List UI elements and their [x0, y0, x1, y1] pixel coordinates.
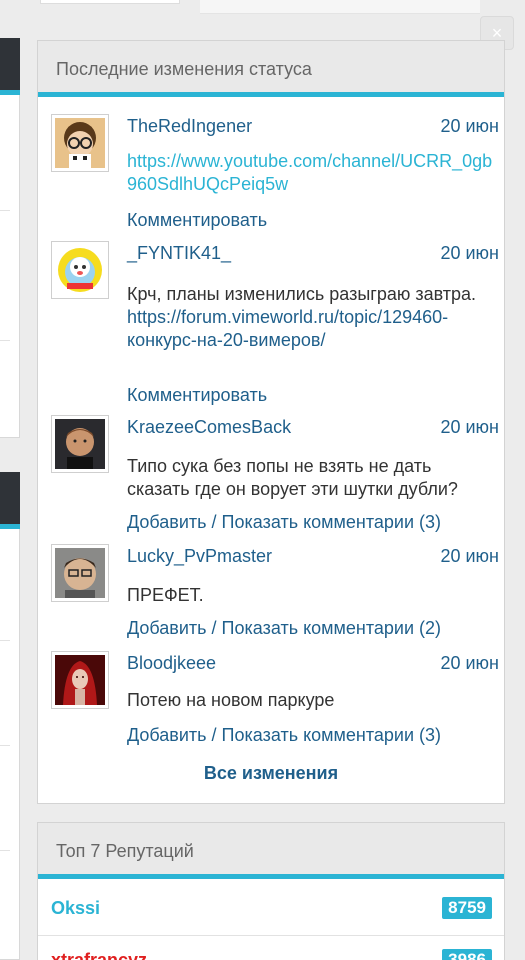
left-panel-2-accent: [0, 524, 20, 529]
left-panel: [0, 38, 20, 438]
entry-date: 20 июн: [440, 243, 499, 263]
reputation-panel: Топ 7 Репутаций Okssi 8759 xtrafrancyz 3…: [37, 822, 505, 960]
comments-link[interactable]: Добавить / Показать комментарии (2): [127, 618, 441, 639]
entry-date: 20 июн: [440, 417, 499, 437]
reputation-count-badge: 3986: [442, 949, 492, 960]
status-message: Потею на новом паркуре: [127, 690, 335, 710]
reputation-username[interactable]: Okssi: [51, 898, 100, 919]
avatar[interactable]: [51, 544, 109, 602]
status-entry: Lucky_PvPmaster 20 июн ПРЕФЕТ. Добавить …: [51, 544, 499, 644]
top-strip-2: [200, 0, 480, 14]
comments-link[interactable]: Добавить / Показать комментарии (3): [127, 725, 441, 746]
status-message: Типо сука без попы не взять не дать сказ…: [127, 456, 458, 499]
reputation-count-badge: 8759: [442, 897, 492, 919]
left-divider: [0, 745, 10, 746]
username-link[interactable]: TheRedIngener: [127, 116, 252, 137]
top-strip: [40, 0, 180, 4]
comment-link[interactable]: Комментировать: [127, 385, 267, 406]
left-panel-header: [0, 38, 20, 90]
username-link[interactable]: KraezeeComesBack: [127, 417, 291, 438]
avatar[interactable]: [51, 651, 109, 709]
status-link[interactable]: https://www.youtube.com/channel/UCRR_0gb…: [127, 151, 492, 194]
avatar[interactable]: [51, 114, 109, 172]
reputation-row[interactable]: Okssi 8759: [38, 884, 504, 936]
status-entry: KraezeeComesBack 20 июн Типо сука без по…: [51, 415, 499, 540]
avatar[interactable]: [51, 241, 109, 299]
avatar-glasses-girl-icon: [55, 118, 105, 168]
entry-date: 20 июн: [440, 653, 499, 673]
comments-link[interactable]: Добавить / Показать комментарии (3): [127, 512, 441, 533]
username-link[interactable]: Lucky_PvPmaster: [127, 546, 272, 567]
status-entry: Bloodjkeee 20 июн Потею на новом паркуре…: [51, 651, 499, 751]
left-divider: [0, 850, 10, 851]
panel-title: Последние изменения статуса: [38, 41, 504, 97]
left-panel-2: [0, 472, 20, 960]
status-link[interactable]: https://forum.vimeworld.ru/topic/129460-…: [127, 307, 448, 350]
username-link[interactable]: _FYNTIK41_: [127, 243, 231, 264]
username-link[interactable]: Bloodjkeee: [127, 653, 216, 674]
avatar-red-art-icon: [55, 655, 105, 705]
status-updates-panel: Последние изменения статуса TheRedIngene…: [37, 40, 505, 804]
left-divider: [0, 640, 10, 641]
entry-date: 20 июн: [440, 116, 499, 136]
status-entry: TheRedIngener 20 июн https://www.youtube…: [51, 114, 499, 234]
avatar-boy-photo-icon: [55, 548, 105, 598]
left-panel-accent: [0, 90, 20, 95]
avatar-man-photo-icon: [55, 419, 105, 469]
avatar-cartoon-icon: [55, 245, 105, 295]
comment-link[interactable]: Комментировать: [127, 210, 267, 231]
left-divider: [0, 340, 10, 341]
reputation-row[interactable]: xtrafrancyz 3986: [38, 936, 504, 960]
left-divider: [0, 210, 10, 211]
status-message: Крч, планы изменились разыграю завтра. h…: [127, 283, 497, 352]
entry-date: 20 июн: [440, 546, 499, 566]
avatar[interactable]: [51, 415, 109, 473]
all-changes-link[interactable]: Все изменения: [38, 763, 504, 784]
status-message: https://www.youtube.com/channel/UCRR_0gb…: [127, 150, 497, 196]
status-entry: _FYNTIK41_ 20 июн Крч, планы изменились …: [51, 241, 499, 411]
left-column-edge: [0, 0, 20, 960]
panel-title: Топ 7 Репутаций: [38, 823, 504, 879]
reputation-username[interactable]: xtrafrancyz: [51, 950, 147, 960]
left-panel-2-header: [0, 472, 20, 524]
status-text: Крч, планы изменились разыграю завтра.: [127, 284, 477, 304]
status-message: ПРЕФЕТ.: [127, 585, 204, 605]
